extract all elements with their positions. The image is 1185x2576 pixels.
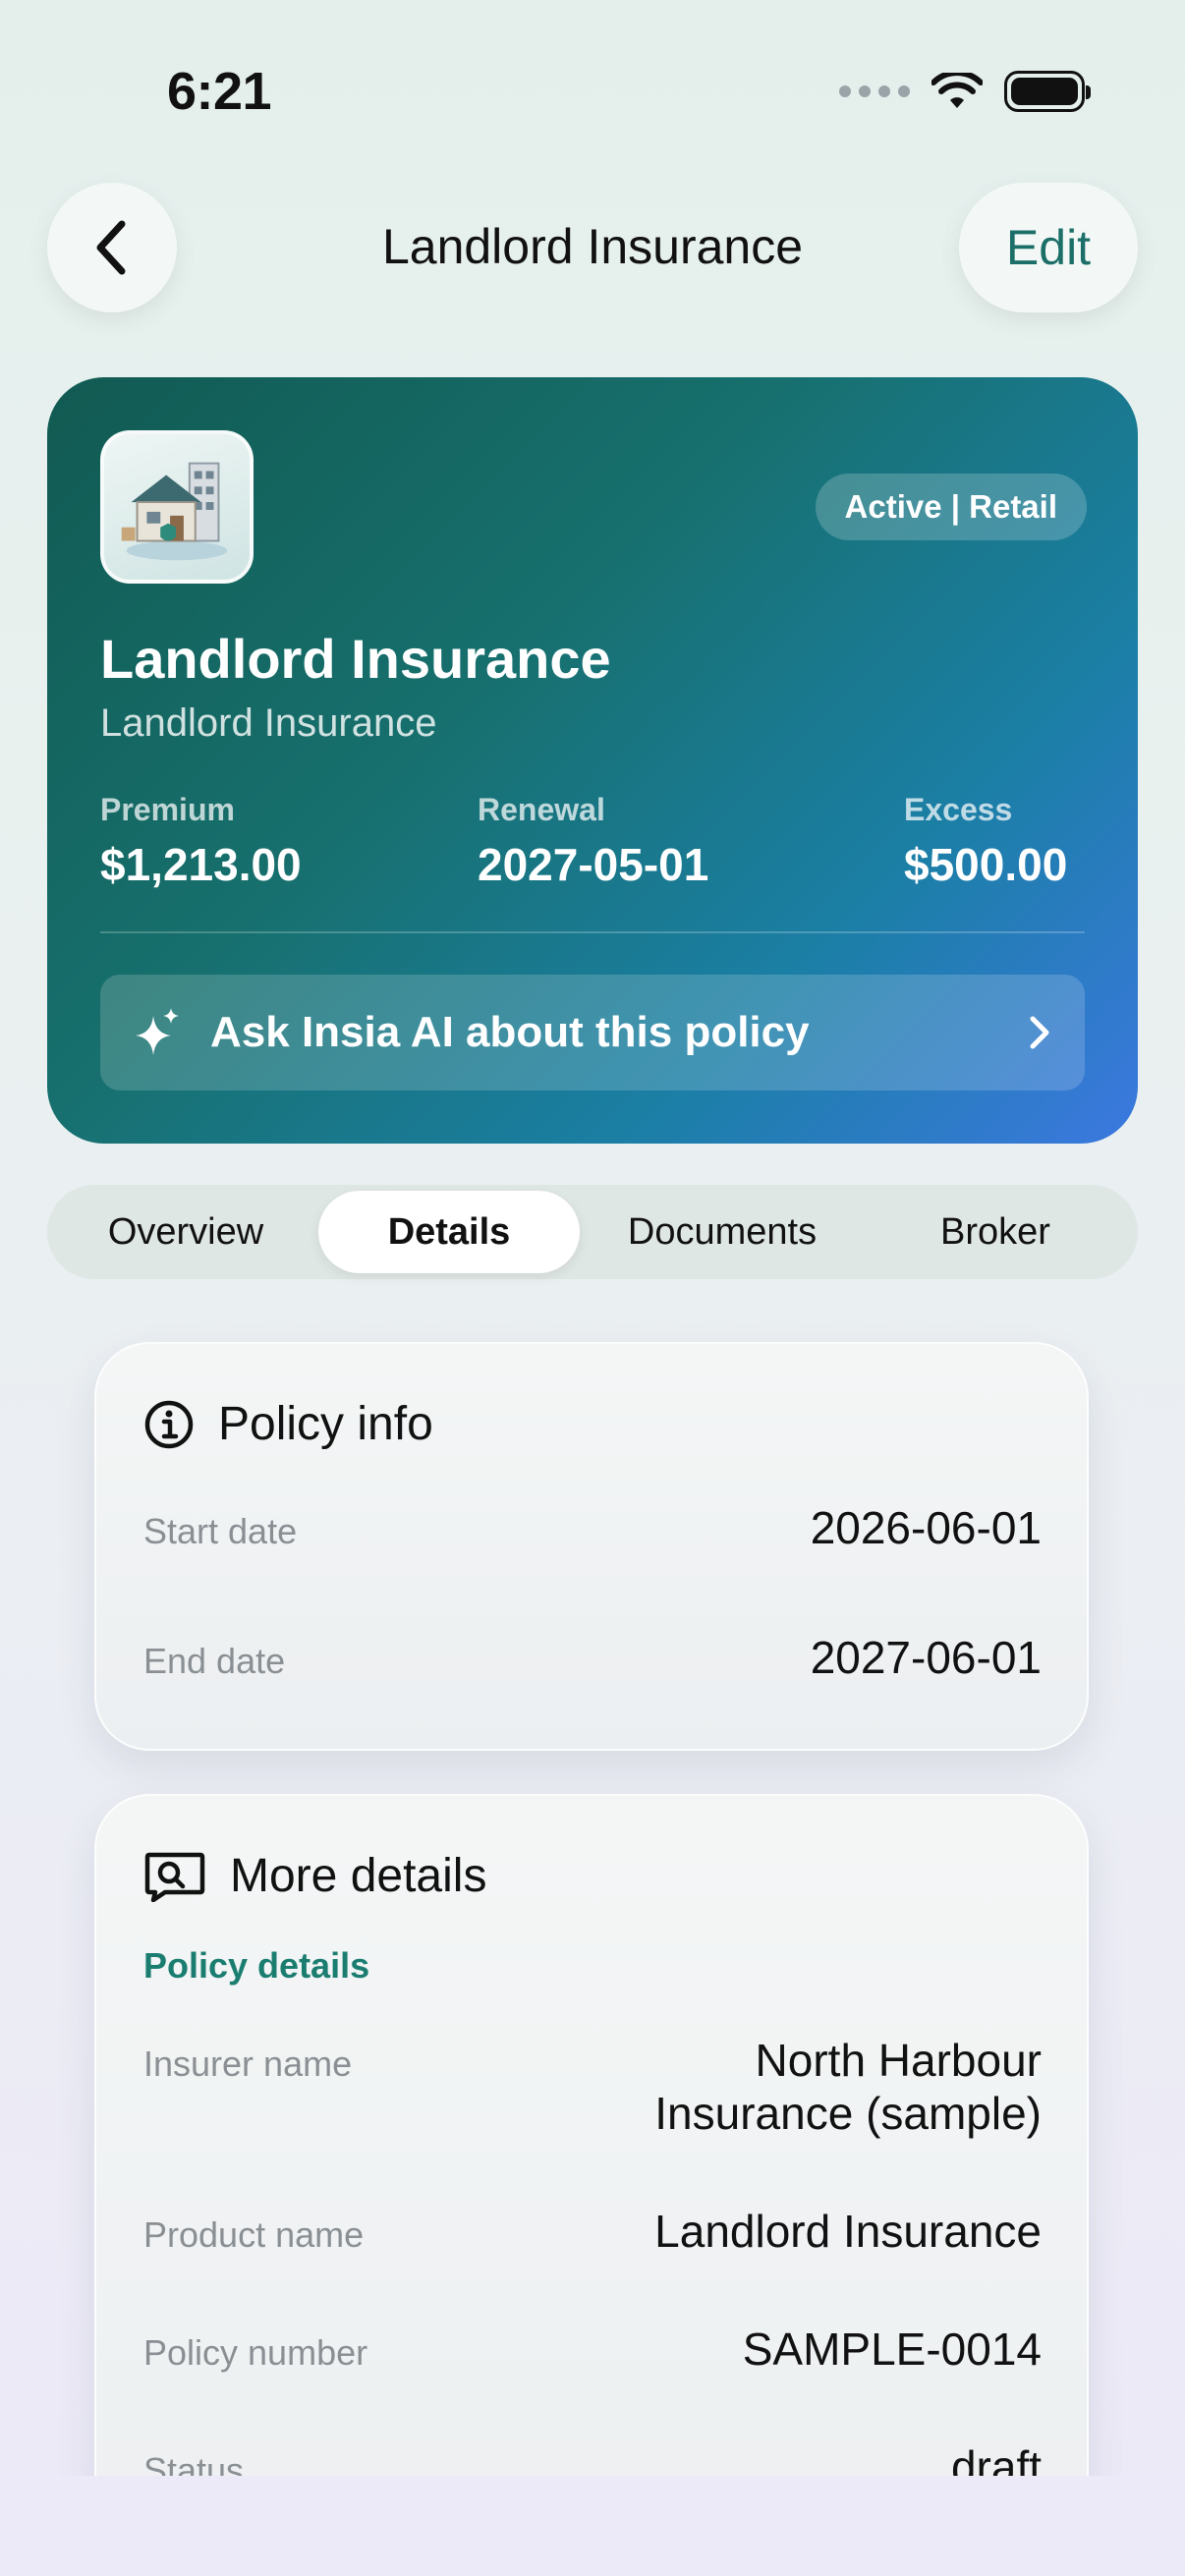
segment-tabs: Overview Details Documents Broker (47, 1185, 1138, 1279)
battery-icon (1004, 71, 1091, 112)
chevron-right-icon (1030, 1016, 1049, 1049)
renewal-stat: Renewal 2027-05-01 (478, 792, 708, 891)
premium-label: Premium (100, 792, 235, 827)
status-bar: 6:21 (0, 0, 1185, 187)
tab-overview[interactable]: Overview (53, 1191, 318, 1273)
insurer-name-value: North Harbour Insurance (sample) (654, 2034, 1042, 2141)
insurer-name-label: Insurer name (143, 2044, 353, 2084)
start-date-label: Start date (143, 1511, 298, 1551)
policy-title: Landlord Insurance (100, 628, 611, 690)
end-date-value: 2027-06-01 (810, 1632, 1042, 1683)
more-details-header: More details (143, 1849, 486, 1903)
more-details-card: More details Policy details Insurer name… (94, 1794, 1089, 2576)
renewal-label: Renewal (478, 792, 605, 827)
tab-documents[interactable]: Documents (580, 1191, 865, 1273)
premium-stat: Premium $1,213.00 (100, 792, 302, 891)
status-icons (839, 71, 1091, 112)
cellular-signal-icon (839, 85, 910, 97)
product-name-label: Product name (143, 2214, 365, 2255)
tab-broker[interactable]: Broker (865, 1191, 1126, 1273)
insurer-name-line1: North Harbour (755, 2035, 1042, 2086)
chat-search-icon (144, 1852, 205, 1902)
status-time: 6:21 (167, 62, 272, 121)
wifi-icon (931, 73, 983, 108)
policy-number-value: SAMPLE-0014 (742, 2324, 1042, 2375)
policy-info-header: Policy info (143, 1397, 433, 1451)
info-circle-icon (144, 1400, 194, 1448)
end-date-label: End date (143, 1641, 286, 1681)
ask-ai-label: Ask Insia AI about this policy (210, 1008, 810, 1056)
policy-info-title: Policy info (218, 1398, 433, 1450)
insurer-name-line2: Insurance (sample) (654, 2088, 1042, 2140)
policy-hero-card: Active | Retail Landlord Insurance Landl… (47, 377, 1138, 1144)
premium-value: $1,213.00 (100, 839, 302, 890)
policy-info-card: Policy info Start date 2026-06-01 End da… (94, 1342, 1089, 1751)
excess-value: $500.00 (904, 839, 1068, 890)
renewal-value: 2027-05-01 (478, 839, 709, 890)
ask-ai-button[interactable]: Ask Insia AI about this policy (100, 975, 1085, 1091)
more-details-title: More details (230, 1850, 487, 1902)
policy-subtitle: Landlord Insurance (100, 701, 437, 745)
excess-stat: Excess $500.00 (904, 792, 1067, 891)
excess-label: Excess (904, 792, 1013, 827)
policy-details-section-label: Policy details (143, 1945, 370, 1986)
nav-bar: Landlord Insurance Edit (0, 183, 1185, 312)
bottom-bar (0, 2476, 1185, 2576)
policy-number-label: Policy number (143, 2332, 368, 2373)
tab-details[interactable]: Details (318, 1191, 580, 1273)
house-icon (100, 430, 254, 584)
status-badge: Active | Retail (815, 474, 1087, 540)
sparkles-icon (136, 1008, 179, 1055)
product-name-value: Landlord Insurance (654, 2206, 1042, 2257)
edit-button[interactable]: Edit (959, 183, 1138, 312)
start-date-value: 2026-06-01 (810, 1502, 1042, 1553)
divider (100, 931, 1085, 933)
